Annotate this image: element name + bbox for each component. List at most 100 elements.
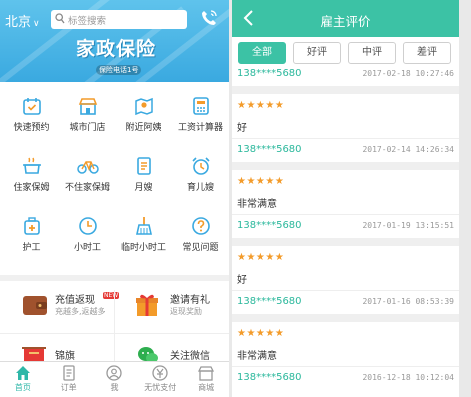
grid-label: 工资计算器 (177, 123, 223, 133)
review-filter-bar: 全部 好评 中评 差评 (232, 37, 459, 68)
search-placeholder: 标签搜索 (68, 16, 107, 27)
review-text: 非常满意 (237, 199, 277, 210)
grid-label: 附近阿姨 (125, 123, 162, 133)
cooking-pot-icon (22, 157, 41, 174)
grid-item-temp-hourly-worker[interactable]: 临时小时工 (115, 216, 172, 253)
tab-worry-free-pay[interactable]: 无忧支付 (137, 362, 183, 393)
grid-label: 住家保姆 (13, 183, 50, 193)
review-text: 好 (237, 123, 247, 134)
home-icon (15, 366, 30, 380)
review-text: 好 (237, 275, 247, 286)
shop-icon (198, 366, 215, 381)
tab-home[interactable]: 首页 (0, 362, 46, 393)
review-divider (232, 290, 459, 291)
grid-label: 快速预约 (13, 123, 50, 133)
review-divider (232, 214, 459, 215)
promo-recharge-cashback[interactable]: 充值返现 NEW 充越多,返越多 (0, 286, 120, 330)
tab-label: 订单 (60, 383, 77, 392)
grid-item-city-store[interactable]: 城市门店 (59, 96, 116, 133)
grid-item-non-live-in-nanny[interactable]: 不住家保姆 (59, 156, 116, 193)
alarm-clock-icon (191, 157, 210, 175)
review-date: 2017-01-19 13:15:51 (362, 221, 454, 230)
tab-label: 无忧支付 (144, 383, 177, 392)
bottom-tab-bar: 首页 订单 我 无忧支付 商城 (0, 361, 229, 397)
grid-item-quick-booking[interactable]: 快速预约 (3, 96, 60, 133)
reviewer-phone: 138****5680 (237, 220, 302, 231)
tab-me[interactable]: 我 (92, 362, 138, 393)
tab-mall[interactable]: 商城 (183, 362, 229, 393)
grid-item-faq[interactable]: 常见问题 (172, 216, 229, 253)
home-screen: 北京 ∨ 标签搜索 家政保险 保险电话1号 快速预约 城市门店 附近阿姨 工资计算… (0, 0, 229, 397)
tab-label: 我 (110, 383, 119, 392)
search-icon (55, 13, 65, 24)
review-item: ★★★★★ 好 138****5680 2017-01-16 08:53:39 (232, 246, 459, 314)
home-banner[interactable]: 北京 ∨ 标签搜索 家政保险 保险电话1号 (0, 0, 229, 82)
review-item: 138****5680 2017-02-18 10:27:46 (232, 68, 459, 86)
user-icon (106, 365, 123, 381)
search-input[interactable]: 标签搜索 (51, 10, 187, 29)
reviewer-phone: 138****5680 (237, 68, 302, 79)
grid-item-nearby-nanny[interactable]: 附近阿姨 (115, 96, 172, 133)
grid-label: 护工 (22, 243, 41, 253)
grid-item-caregiver[interactable]: 护工 (3, 216, 60, 253)
rating-stars: ★★★★★ (237, 100, 285, 111)
store-icon (78, 98, 97, 115)
promo-title: 关注微信 (170, 351, 210, 362)
promo-invite-gift[interactable]: 邀请有礼 返现奖励 (115, 286, 229, 330)
review-date: 2017-02-18 10:27:46 (362, 69, 454, 78)
review-date: 2017-01-16 08:53:39 (362, 297, 454, 306)
banner-title: 家政保险 (76, 38, 157, 60)
grid-label: 月嫂 (134, 183, 153, 193)
review-item: ★★★★★ 非常满意 138****5680 2017-01-19 13:15:… (232, 170, 459, 238)
pay-icon (152, 365, 168, 381)
grid-item-salary-calculator[interactable]: 工资计算器 (172, 96, 229, 133)
grid-label: 城市门店 (69, 123, 106, 133)
grid-label: 临时小时工 (120, 243, 166, 253)
tab-orders[interactable]: 订单 (46, 362, 92, 393)
review-item: ★★★★★ 好 138****5680 2017-02-14 14:26:34 (232, 94, 459, 162)
filter-all[interactable]: 全部 (238, 42, 286, 64)
section-divider (0, 275, 229, 281)
document-icon (136, 157, 151, 175)
clock-icon (78, 217, 97, 235)
promo-title: 充值返现 (55, 295, 95, 306)
service-grid: 快速预约 城市门店 附近阿姨 工资计算器 住家保姆 不住家保姆 月嫂 育儿嫂 护… (0, 88, 229, 270)
broom-icon (135, 217, 152, 235)
gift-icon (136, 294, 158, 316)
banner-subtitle: 保险电话1号 (96, 65, 142, 75)
grid-item-childcare-nanny[interactable]: 育儿嫂 (172, 156, 229, 193)
city-name: 北京 (5, 15, 32, 30)
wallet-icon (23, 296, 47, 315)
map-pin-icon (134, 97, 153, 116)
grid-item-maternity-nurse[interactable]: 月嫂 (115, 156, 172, 193)
tab-label: 首页 (14, 383, 31, 392)
filter-positive[interactable]: 好评 (293, 42, 341, 64)
employer-reviews-screen: 雇主评价 全部 好评 中评 差评 138****5680 2017-02-18 … (232, 0, 459, 397)
grid-label: 育儿嫂 (186, 183, 214, 193)
order-icon (63, 365, 75, 381)
grid-item-hourly-worker[interactable]: 小时工 (59, 216, 116, 253)
rating-stars: ★★★★★ (237, 176, 285, 187)
review-date: 2016-12-18 10:12:04 (362, 373, 454, 382)
promo-subtitle: 充越多,返越多 (55, 307, 106, 316)
grid-item-live-in-nanny[interactable]: 住家保姆 (3, 156, 60, 193)
reviewer-phone: 138****5680 (237, 296, 302, 307)
promo-title: 邀请有礼 (170, 295, 210, 306)
chevron-down-icon: ∨ (33, 19, 40, 29)
grid-label: 常见问题 (182, 243, 219, 253)
promo-row-divider (0, 333, 229, 334)
grid-label: 不住家保姆 (64, 183, 110, 193)
promo-subtitle: 返现奖励 (170, 307, 202, 316)
promo-title: 锦旗 (55, 351, 75, 362)
review-divider (232, 366, 459, 367)
grid-label: 小时工 (73, 243, 101, 253)
review-divider (232, 138, 459, 139)
filter-neutral[interactable]: 中评 (348, 42, 396, 64)
filter-negative[interactable]: 差评 (403, 42, 451, 64)
phone-icon[interactable] (200, 9, 218, 27)
review-item: ★★★★★ 非常满意 138****5680 2016-12-18 10:12:… (232, 322, 459, 397)
calendar-check-icon (22, 98, 41, 115)
medicine-box-icon (23, 217, 40, 235)
city-selector[interactable]: 北京 ∨ (5, 11, 40, 30)
rating-stars: ★★★★★ (237, 252, 285, 263)
